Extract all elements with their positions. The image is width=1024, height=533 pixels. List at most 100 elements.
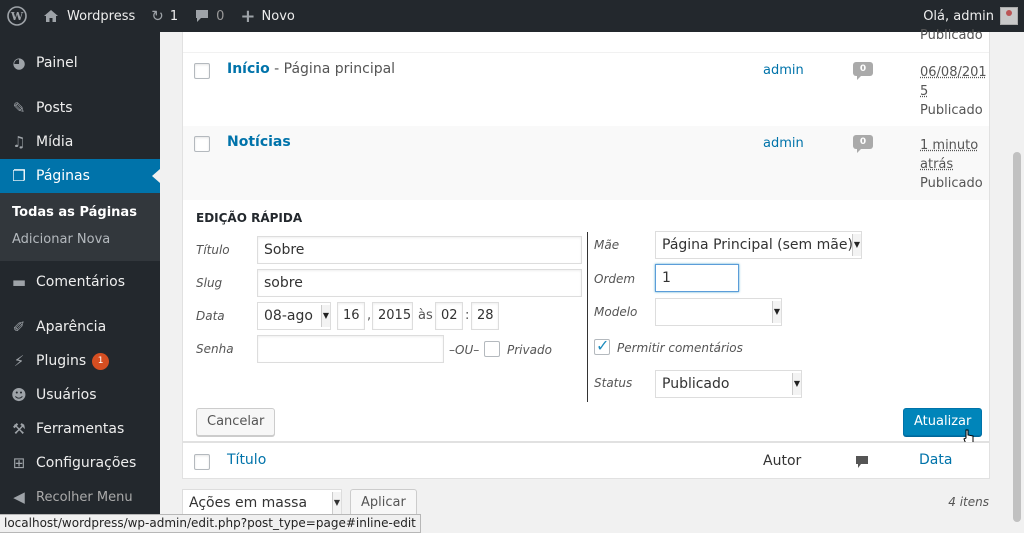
row-date-line: 06/08/201: [920, 65, 987, 80]
column-author: Autor: [763, 453, 802, 469]
menu-item-configuracoes[interactable]: ⊞ Configurações: [0, 446, 160, 480]
table-footer-row: Título Autor Data: [183, 442, 989, 478]
row-date-line: 5: [920, 84, 929, 99]
row-author-link[interactable]: admin: [763, 136, 804, 151]
updates-link[interactable]: ↻ 1: [143, 0, 186, 32]
allow-comments-label: Permitir comentários: [617, 341, 743, 355]
chevron-down-icon: ▼: [332, 492, 341, 514]
menu-label: Comentários: [36, 274, 126, 290]
row-author-link[interactable]: admin: [763, 63, 804, 78]
hour-input[interactable]: 02: [435, 302, 463, 330]
menu-label: Posts: [36, 100, 73, 116]
row-checkbox[interactable]: [194, 136, 210, 152]
menu-item-posts[interactable]: ✎ Posts: [0, 91, 160, 125]
settings-icon: ⊞: [12, 454, 26, 472]
row-date-line: atrás: [920, 157, 954, 172]
cancel-button[interactable]: Cancelar: [196, 408, 276, 436]
year-input[interactable]: 2015: [372, 302, 413, 330]
plugins-update-badge: 1: [92, 352, 110, 370]
comments-link[interactable]: 0: [186, 0, 232, 32]
private-checkbox[interactable]: [484, 341, 500, 357]
menu-item-ferramentas[interactable]: ⚒ Ferramentas: [0, 412, 160, 446]
pages-icon: ❐: [12, 167, 26, 185]
date-label: Data: [196, 309, 225, 323]
column-title-sort[interactable]: Título: [227, 452, 266, 468]
scrollbar-thumb[interactable]: [1013, 152, 1021, 522]
users-icon: ☻: [11, 386, 27, 404]
menu-item-aparencia[interactable]: ✐ Aparência: [0, 310, 160, 344]
allow-comments-checkbox[interactable]: [594, 336, 610, 355]
menu-item-comentarios[interactable]: ▬ Comentários: [0, 265, 160, 299]
table-row: Notícias admin 0 1 minuto atrás Publicad…: [183, 126, 989, 200]
row-title: Início: [227, 61, 270, 77]
collapse-label: Recolher Menu: [36, 489, 133, 505]
row-checkbox[interactable]: [194, 63, 210, 79]
updates-count: 1: [169, 8, 179, 24]
slug-input[interactable]: sobre: [257, 269, 582, 297]
collapse-icon: ◀: [13, 488, 25, 506]
page-scrollbar[interactable]: [1010, 32, 1024, 533]
row-date: 1 minuto atrás Publicado: [920, 136, 983, 193]
title-input[interactable]: Sobre: [257, 236, 582, 264]
site-name-link[interactable]: Wordpress: [35, 0, 143, 32]
svg-text:W: W: [10, 10, 24, 23]
menu-item-plugins[interactable]: ⚡ Plugins 1: [0, 344, 160, 378]
wordpress-logo[interactable]: W: [0, 0, 35, 32]
bulk-actions-select[interactable]: Ações em massa ▼: [182, 489, 342, 517]
browser-status-bar: localhost/wordpress/wp-admin/edit.php?po…: [0, 514, 421, 533]
menu-item-usuarios[interactable]: ☻ Usuários: [0, 378, 160, 412]
parent-select[interactable]: Página Principal (sem mãe) ▼: [655, 231, 862, 259]
row-status: Publicado: [920, 103, 983, 118]
chevron-down-icon: ▼: [852, 234, 861, 256]
minute-input[interactable]: 28: [471, 302, 499, 330]
quick-edit-heading: EDIÇÃO RÁPIDA: [196, 211, 303, 225]
comment-icon: [196, 10, 209, 22]
brush-icon: ✐: [12, 318, 26, 336]
bulk-actions-value: Ações em massa: [189, 495, 308, 511]
pin-icon: ✎: [12, 99, 26, 117]
status-select[interactable]: Publicado ▼: [655, 370, 802, 398]
plus-icon: +: [240, 5, 256, 27]
private-label: Privado: [507, 343, 552, 357]
chevron-down-icon: ▼: [792, 373, 801, 395]
at-label: às: [418, 308, 433, 323]
my-account[interactable]: Olá, admin: [923, 7, 1024, 25]
wordpress-logo-icon: W: [7, 6, 27, 26]
menu-label: Aparência: [36, 319, 107, 335]
apply-button[interactable]: Aplicar: [350, 489, 417, 517]
site-name: Wordpress: [67, 8, 136, 24]
table-row-partial: Publicado: [183, 28, 989, 52]
status-value: Publicado: [662, 376, 730, 392]
row-title-link[interactable]: Início - Página principal: [227, 61, 395, 77]
date-comma: ,: [367, 308, 372, 323]
submenu-add-new[interactable]: Adicionar Nova: [0, 226, 160, 253]
row-comment-count[interactable]: 0: [853, 135, 873, 153]
or-label: –OU–: [449, 343, 480, 357]
row-comment-count[interactable]: 0: [853, 62, 873, 80]
column-date-sort[interactable]: Data: [919, 452, 952, 468]
day-input[interactable]: 16: [337, 302, 365, 330]
admin-bar: W Wordpress ↻ 1 0 + Novo Olá, admin: [0, 0, 1024, 32]
menu-item-midia[interactable]: ♫ Mídia: [0, 125, 160, 159]
new-content-link[interactable]: + Novo: [232, 0, 302, 32]
home-icon: [44, 10, 58, 22]
row-date: 06/08/201 5 Publicado: [920, 63, 987, 120]
password-input[interactable]: [257, 335, 444, 363]
comment-column-icon: [856, 456, 868, 468]
menu-item-paginas[interactable]: ❐ Páginas: [0, 159, 160, 193]
menu-label: Configurações: [36, 455, 137, 471]
submenu-all-pages[interactable]: Todas as Páginas: [0, 199, 160, 226]
row-title-link[interactable]: Notícias: [227, 134, 291, 150]
collapse-menu-button[interactable]: ◀ Recolher Menu: [0, 480, 160, 514]
order-label: Ordem: [594, 272, 636, 286]
select-all-checkbox[interactable]: [194, 454, 210, 470]
updates-icon: ↻: [151, 7, 164, 25]
order-input[interactable]: 1: [655, 264, 739, 292]
menu-label: Usuários: [36, 387, 97, 403]
pages-table: Publicado Início - Página principal admi…: [182, 28, 990, 479]
template-select[interactable]: ▼: [655, 298, 782, 326]
row-status: Publicado: [920, 176, 983, 191]
month-select[interactable]: 08-ago ▼: [257, 302, 331, 330]
menu-item-painel[interactable]: ◕ Painel: [0, 46, 160, 80]
pages-submenu: Todas as Páginas Adicionar Nova: [0, 193, 160, 261]
